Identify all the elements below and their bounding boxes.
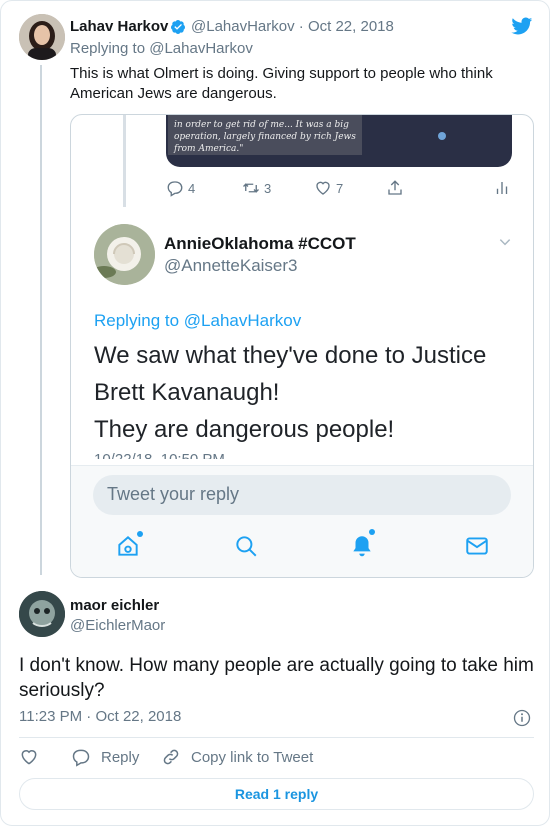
- reply-icon: [72, 749, 90, 767]
- reply-icon: [167, 181, 183, 197]
- heart-icon: [21, 750, 37, 765]
- reply-text-line-2: Brett Kavanaugh!: [94, 379, 280, 406]
- reply-date[interactable]: Oct 22, 2018: [95, 708, 181, 725]
- reply-timestamp-line[interactable]: 11:23 PM · Oct 22, 2018: [19, 708, 181, 725]
- analytics-icon: [496, 182, 508, 194]
- reply-author-name: AnnieOklahoma #CCOT: [164, 234, 356, 253]
- share-icon: [388, 180, 402, 195]
- reply-handle[interactable]: @EichlerMaor: [70, 617, 165, 634]
- tab-home: [115, 531, 143, 561]
- screenshot-analytics-action: [493, 179, 511, 197]
- reply-avatar[interactable]: [19, 591, 65, 637]
- heart-icon: [316, 181, 330, 195]
- reply-count: 4: [188, 180, 196, 196]
- messages-icon: [466, 537, 488, 555]
- tab-messages: [464, 533, 492, 561]
- reply-author-handle: @AnnetteKaiser3: [164, 256, 298, 275]
- media-caption: in order to get rid of me... It was a bi…: [168, 115, 362, 155]
- screenshot-share-action: [386, 179, 404, 197]
- search-icon: [236, 536, 257, 557]
- author-avatar[interactable]: [19, 14, 65, 60]
- reply-tweet-text: We saw what they've done to Justice Bret…: [94, 337, 514, 448]
- tab-search: [233, 533, 261, 561]
- tweet-date[interactable]: Oct 22, 2018: [308, 18, 394, 35]
- tweet-text: This is what Olmert is doing. Giving sup…: [70, 65, 493, 102]
- chevron-down-icon: [499, 239, 511, 246]
- link-icon: [163, 749, 179, 765]
- tab-notifications: [349, 529, 377, 561]
- tweet-embed-card: Lahav Harkov @LahavHarkov · Oct 22, 2018…: [0, 0, 550, 826]
- reply-button-label: Reply: [101, 748, 140, 766]
- replying-to: Replying to @LahavHarkov: [70, 40, 253, 57]
- reply-text-line-1: We saw what they've done to Justice: [94, 342, 487, 369]
- retweet-count: 3: [264, 180, 272, 196]
- twitter-bird-icon[interactable]: [509, 15, 534, 37]
- screenshot-action-bar: 4 3 7: [166, 179, 516, 201]
- screenshot-thread-line: [123, 115, 126, 207]
- like-count: 7: [336, 180, 344, 196]
- screenshot-media-image: in order to get rid of me... It was a bi…: [166, 115, 512, 167]
- media-globe-icon: [438, 132, 446, 140]
- notifications-icon: [353, 536, 371, 557]
- info-icon[interactable]: [512, 708, 532, 728]
- reply-text-line-3: They are dangerous people!: [94, 416, 395, 443]
- thread-connector-line: [40, 65, 42, 575]
- reply-replying-to: Replying to @LahavHarkov: [94, 311, 301, 331]
- home-badge: [137, 531, 143, 537]
- screenshot-like-action: 7: [314, 179, 343, 197]
- reply-text: I don't know. How many people are actual…: [19, 655, 534, 701]
- screenshot-reply-action: 4: [166, 179, 195, 197]
- reply-time[interactable]: 11:23 PM: [19, 708, 82, 725]
- reply-timestamp: 10/22/18, 10:50 PM: [94, 449, 225, 459]
- notifications-badge: [369, 529, 375, 535]
- reply-replying-handle: @LahavHarkov: [183, 311, 302, 330]
- copy-link-label: Copy link to Tweet: [191, 748, 314, 766]
- embedded-screenshot[interactable]: in order to get rid of me... It was a bi…: [70, 114, 534, 578]
- copy-link-button[interactable]: Copy link to Tweet: [161, 747, 313, 767]
- reply-replying-prefix: Replying to: [94, 311, 180, 330]
- action-divider: [19, 737, 534, 738]
- reply-input: Tweet your reply: [93, 475, 511, 515]
- read-replies-button[interactable]: Read 1 reply: [19, 778, 534, 810]
- retweet-icon: [243, 183, 259, 193]
- author-handle[interactable]: @LahavHarkov: [191, 18, 295, 35]
- screenshot-retweet-action: 3: [242, 179, 271, 197]
- reply-author-avatar: [94, 224, 155, 285]
- reply-button[interactable]: Reply: [71, 747, 139, 767]
- separator-dot: ·: [298, 18, 304, 35]
- reply-name[interactable]: maor eichler: [70, 597, 159, 614]
- author-handle-and-date[interactable]: @LahavHarkov · Oct 22, 2018: [191, 18, 394, 35]
- replying-handle-link[interactable]: @LahavHarkov: [149, 40, 253, 57]
- bottom-tab-bar: [71, 529, 533, 573]
- home-icon: [118, 536, 138, 556]
- author-name[interactable]: Lahav Harkov: [70, 18, 168, 35]
- reply-separator: ·: [86, 708, 92, 725]
- like-button[interactable]: [19, 747, 39, 767]
- replying-prefix: Replying to: [70, 40, 146, 57]
- verified-badge-icon: [170, 20, 185, 34]
